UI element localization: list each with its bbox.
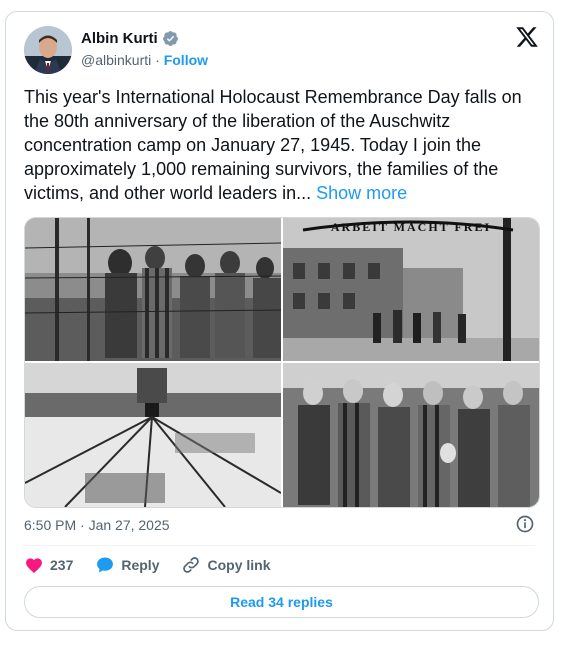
like-count: 237 [50, 557, 74, 573]
author-handle[interactable]: @albinkurti [81, 52, 151, 68]
x-logo-icon[interactable] [515, 25, 539, 49]
photo-child-survivors[interactable] [283, 363, 539, 507]
photo-birkenau-tracks[interactable] [25, 363, 281, 507]
author-name[interactable]: Albin Kurti [81, 30, 158, 47]
avatar[interactable] [24, 26, 72, 74]
copy-link-label: Copy link [207, 557, 271, 573]
follow-button[interactable]: Follow [164, 52, 208, 68]
divider [24, 545, 535, 546]
heart-icon [26, 558, 42, 573]
link-icon [183, 557, 200, 573]
verified-badge-icon [162, 31, 178, 46]
tweet-text: This year's International Holocaust Reme… [24, 85, 540, 205]
read-replies-label: Read 34 replies [230, 594, 333, 610]
tweet-card: Albin Kurti @albinkurti · Follow This ye… [5, 11, 554, 631]
author-handle-row: @albinkurti · Follow [81, 52, 208, 68]
reply-button[interactable]: Reply [95, 555, 159, 575]
reply-bubble-icon [97, 557, 114, 573]
tweet-body: This year's International Holocaust Reme… [24, 87, 522, 203]
info-icon[interactable] [515, 514, 535, 534]
author-name-row: Albin Kurti [81, 30, 179, 47]
reply-label: Reply [121, 557, 160, 573]
read-replies-button[interactable]: Read 34 replies [24, 586, 539, 618]
gate-sign-text: ARBEIT MACHT FREI [331, 220, 491, 234]
action-bar: 237 Reply Copy link [24, 555, 293, 575]
media-grid: ARBEIT MACHT FREI [24, 217, 540, 508]
like-button[interactable]: 237 [24, 555, 73, 575]
photo-survivors-fence[interactable] [25, 218, 281, 361]
show-more-link[interactable]: Show more [316, 183, 407, 203]
copy-link-button[interactable]: Copy link [181, 555, 271, 575]
handle-separator: · [155, 52, 160, 68]
photo-camp-gate[interactable]: ARBEIT MACHT FREI [283, 218, 539, 361]
timestamp[interactable]: 6:50 PM · Jan 27, 2025 [24, 517, 170, 533]
